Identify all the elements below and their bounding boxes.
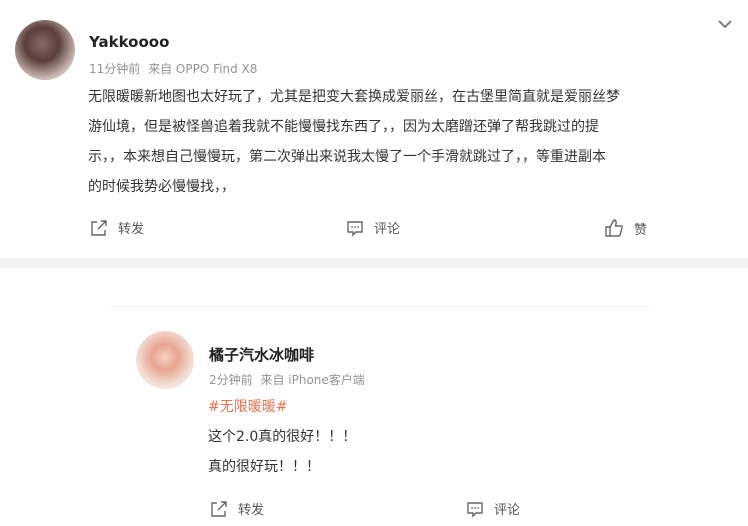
section-divider (0, 258, 748, 268)
comment-button[interactable]: 评论 (346, 218, 400, 237)
reply-content-line: 这个2.0真的很好！！！ (208, 429, 357, 445)
chevron-down-icon[interactable] (716, 16, 734, 30)
post-content-line: 无限暖暖新地图也太好玩了，尤其是把变大套换成爱丽丝，在古堡里简直就是爱丽丝梦 (88, 89, 620, 105)
reply-comment-label: 评论 (494, 503, 521, 518)
comment-label: 评论 (374, 222, 401, 237)
reply-card-top-border (108, 306, 652, 307)
post-meta: 11分钟前 来自 OPPO Find X8 (89, 60, 257, 77)
reply-content: 这个2.0真的很好！！！ 真的很好玩！！！ (208, 422, 356, 482)
post-content-line: 示，，本来想自己慢慢玩，第二次弹出来说我太慢了一个手滑就跳过了，，等重进副本 (88, 149, 606, 165)
comment-icon (467, 501, 483, 518)
repost-icon (91, 219, 107, 236)
avatar[interactable] (15, 20, 75, 80)
repost-button[interactable]: 转发 (90, 218, 144, 237)
reply-time[interactable]: 2分钟前 (209, 373, 253, 387)
topic-link[interactable]: #无限暖暖# (208, 396, 287, 416)
reply-meta: 2分钟前 来自 iPhone客户端 (209, 371, 365, 388)
reply-comment-button[interactable]: 评论 (466, 499, 520, 518)
like-label: 赞 (634, 222, 648, 238)
reply-content-line: 真的很好玩！！！ (208, 459, 320, 475)
reply-repost-label: 转发 (238, 503, 265, 518)
reply-source: 来自 iPhone客户端 (260, 373, 365, 387)
reply-repost-button[interactable]: 转发 (210, 499, 264, 518)
post-content-line: 的时候我势必慢慢找，， (88, 179, 235, 195)
post-content: 无限暖暖新地图也太好玩了，尤其是把变大套换成爱丽丝，在古堡里简直就是爱丽丝梦 游… (88, 82, 738, 202)
post-source: 来自 OPPO Find X8 (148, 62, 258, 76)
post-time[interactable]: 11分钟前 (89, 62, 140, 76)
comment-icon (347, 220, 363, 237)
like-button[interactable]: 赞 (604, 218, 647, 238)
repost-icon (211, 500, 227, 517)
post-content-line: 游仙境，但是被怪兽追着我就不能慢慢找东西了，，因为太磨蹭还弹了帮我跳过的提 (88, 119, 599, 135)
repost-label: 转发 (118, 222, 145, 237)
avatar[interactable] (136, 331, 194, 389)
post-username[interactable]: Yakkoooo (89, 33, 169, 51)
thumbs-up-icon (605, 219, 623, 237)
reply-username[interactable]: 橘子汽水冰咖啡 (209, 344, 314, 365)
